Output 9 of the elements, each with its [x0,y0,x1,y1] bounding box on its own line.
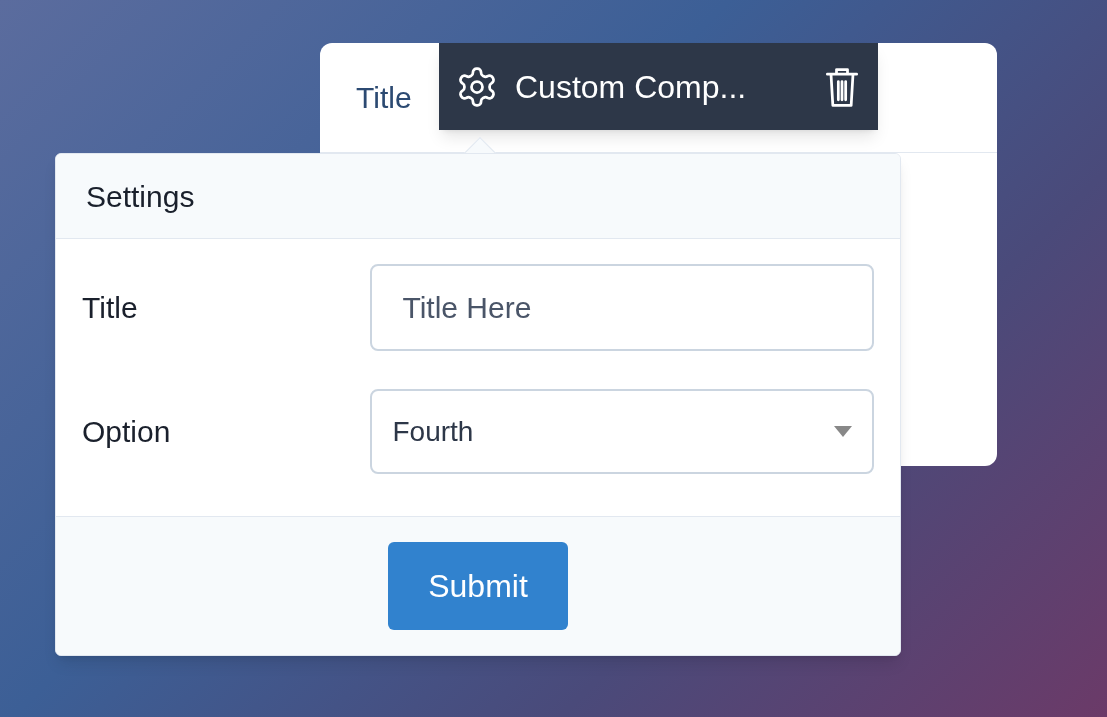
field-label: Option [82,414,172,450]
component-name: Custom Comp... [515,67,748,107]
card-title: Title [356,80,412,116]
input-field[interactable]: Title Here [370,264,874,351]
dropdown-caret-icon [834,426,852,437]
select-field[interactable]: Fourth [370,389,874,474]
submit-button[interactable]: Submit [388,542,568,630]
popover-title: Settings [86,178,195,215]
field-label: Title [82,290,139,326]
